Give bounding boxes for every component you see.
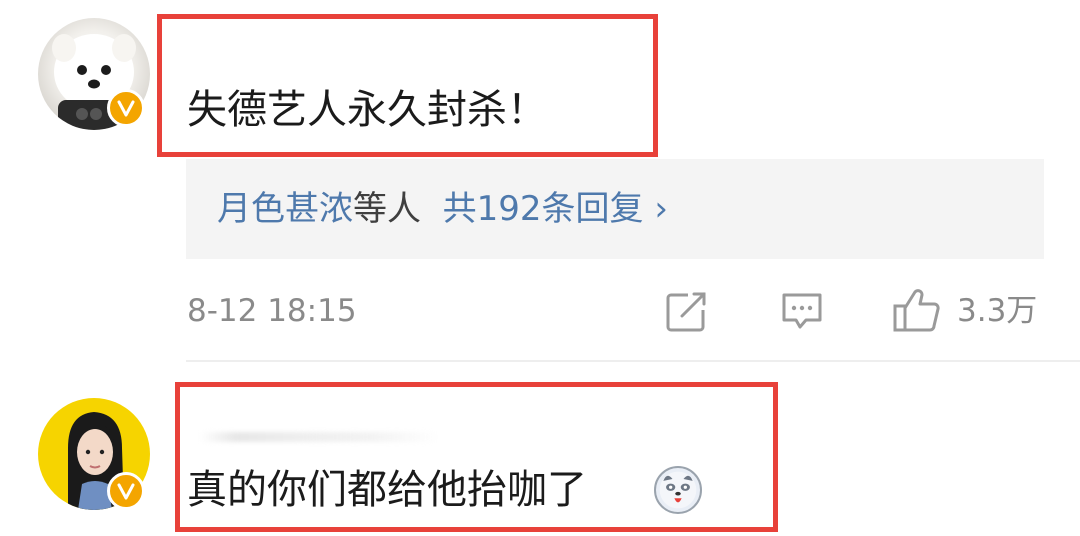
like-count: 3.3万 xyxy=(957,293,1038,329)
share-icon[interactable] xyxy=(666,292,708,332)
highlight-box xyxy=(157,14,658,157)
comment-text: 真的你们都给他抬咖了 xyxy=(187,467,587,513)
reply-user-link[interactable]: 月色甚浓 xyxy=(217,189,353,229)
reply-count-link[interactable]: 共192条回复 xyxy=(443,189,644,229)
verified-badge-icon xyxy=(107,89,145,127)
replies-summary[interactable]: 月色甚浓等人 共192条回复 › xyxy=(217,192,668,226)
like-icon[interactable] xyxy=(892,288,940,334)
divider xyxy=(186,360,1080,362)
comment-time: 8-12 18:15 xyxy=(187,293,357,329)
comment-icon[interactable] xyxy=(780,292,824,332)
replies-mid: 等人 xyxy=(353,189,421,229)
comment-text: 失德艺人永久封杀！ xyxy=(187,87,547,133)
dog-emoji-icon xyxy=(654,466,702,514)
verified-badge-icon xyxy=(107,472,145,510)
chevron-right-icon: › xyxy=(654,189,668,229)
